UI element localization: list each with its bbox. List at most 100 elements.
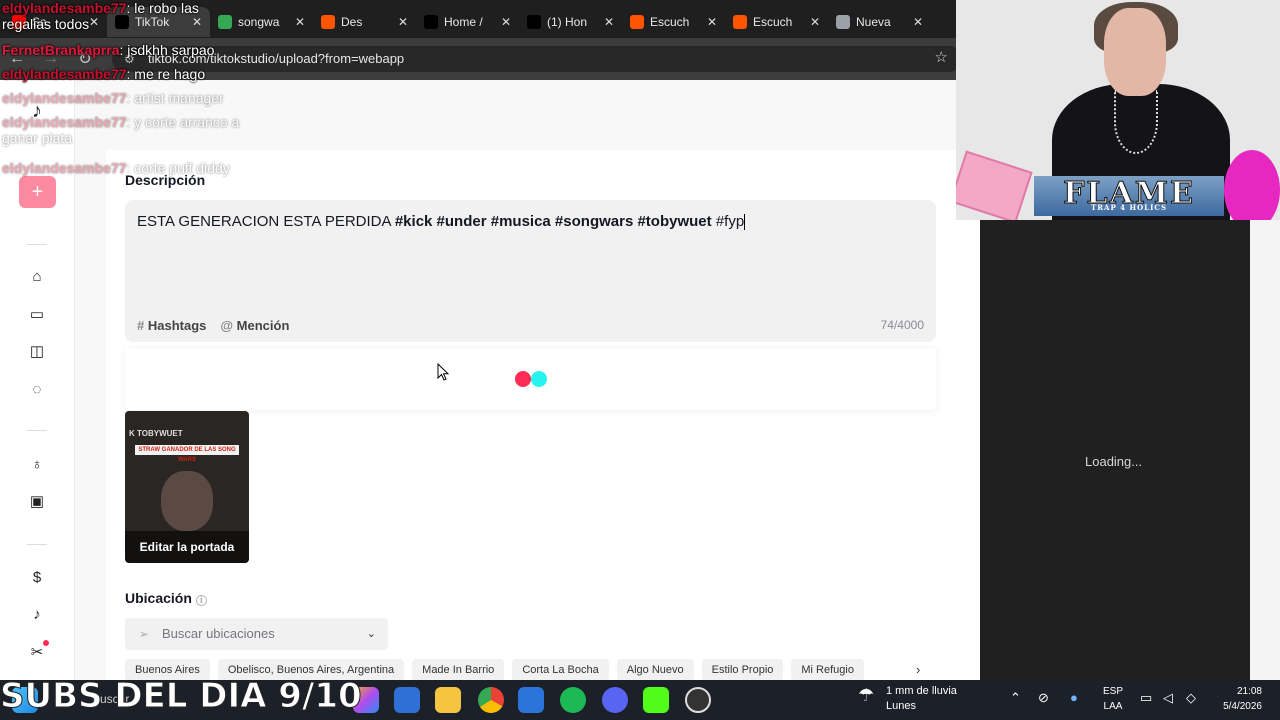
chat-message: eldylandesambe77: le robo las regalias t… (2, 0, 232, 32)
sidebar-divider (27, 430, 47, 431)
side-panel-margin (1250, 220, 1280, 680)
music-note-icon[interactable]: ♪ (28, 606, 46, 624)
x-icon (424, 15, 438, 29)
description-hashtags: #kick #under #musica #songwars #tobywuet (394, 213, 716, 230)
chat-message: FernetBrankaprra: jsdkhh sarpao (2, 42, 214, 58)
cover-thumbnail[interactable]: K TOBYWUET STRAW GANADOR DE LAS SONG WAR… (125, 411, 249, 563)
academy-icon[interactable]: ▣ (28, 493, 46, 511)
webcam-chain (1114, 90, 1158, 154)
upload-plus-button[interactable]: + (19, 176, 56, 208)
location-label-text: Ubicación (125, 590, 192, 606)
hashtags-button[interactable]: # Hashtags (137, 318, 206, 333)
tab-title: Home / (444, 15, 483, 29)
notification-dot (43, 640, 49, 646)
chat-text: artist manager (134, 90, 224, 106)
cover-banner: STRAW GANADOR DE LAS SONG WARS (135, 445, 239, 463)
description-last-tag: #fyp (715, 213, 745, 230)
location-select[interactable]: ➢ Buscar ubicaciones ⌄ (125, 618, 388, 650)
loader-dot-cyan (531, 371, 547, 387)
network-off-icon[interactable]: ⊘ (1038, 690, 1049, 706)
soundcloud-icon (630, 15, 644, 29)
chat-message: eldylandesambe77: me re hago (2, 66, 205, 82)
spotify-icon[interactable] (560, 687, 586, 713)
analytics-icon[interactable]: ◫ (28, 343, 46, 361)
close-tab-icon[interactable]: ✕ (501, 15, 511, 29)
cover-brand: K TOBYWUET (129, 429, 183, 438)
comments-icon[interactable]: ◌ (28, 381, 46, 399)
file-explorer-icon[interactable] (435, 687, 461, 713)
browser-tab[interactable]: Escuch ✕ (622, 7, 725, 37)
language-line1: ESP (1103, 686, 1124, 697)
outlook-icon[interactable] (394, 687, 420, 713)
chrome-icon[interactable] (478, 687, 504, 713)
hash-icon: # (137, 318, 148, 333)
inspiration-bulb-icon[interactable]: ♁ (28, 456, 46, 474)
chat-text: me re hago (134, 66, 206, 82)
discord-icon[interactable] (602, 687, 628, 713)
info-icon[interactable]: i (195, 595, 207, 606)
close-tab-icon[interactable]: ✕ (810, 15, 820, 29)
loading-text: Loading... (1085, 454, 1143, 469)
chevron-up-icon[interactable]: ⌃ (1010, 690, 1021, 706)
weather-line1: 1 mm de lluvia (886, 685, 957, 697)
hashtags-label: Hashtags (147, 318, 207, 333)
description-tools: # Hashtags @ Mención (137, 318, 289, 333)
description-plain-text: ESTA GENERACION ESTA PERDIDA (137, 213, 395, 230)
cover-face (161, 471, 213, 531)
microphone-icon[interactable]: ● (1070, 690, 1078, 705)
tab-title: Nueva (856, 15, 891, 29)
monetization-dollar-icon[interactable]: $ (28, 569, 46, 587)
obs-icon[interactable] (685, 687, 711, 713)
location-chip[interactable]: Mi Refugio (791, 659, 864, 681)
store-icon[interactable] (518, 687, 544, 713)
location-chip[interactable]: Algo Nuevo (616, 659, 694, 681)
x-icon (527, 15, 541, 29)
tab-title: (1) Hon (547, 15, 588, 29)
location-chip[interactable]: Made In Barrio (412, 659, 505, 681)
chevron-right-icon[interactable]: › (916, 662, 920, 677)
close-tab-icon[interactable]: ✕ (913, 15, 923, 29)
chevron-down-icon: ⌄ (366, 628, 376, 640)
browser-tab[interactable]: (1) Hon ✕ (519, 7, 622, 37)
tab-title: Des (341, 15, 363, 29)
text-caret (744, 214, 746, 231)
mention-button[interactable]: @ Mención (220, 318, 289, 333)
shield-icon[interactable]: ◇ (1186, 690, 1196, 706)
kick-icon[interactable] (643, 687, 669, 713)
close-tab-icon[interactable]: ✕ (295, 15, 305, 29)
edit-cover-button[interactable]: Editar la portada (125, 531, 249, 563)
address-bar[interactable]: ⚙ tiktok.com/tiktokstudio/upload?from=we… (112, 46, 962, 72)
display-icon[interactable]: ▭ (1140, 690, 1152, 706)
clock[interactable]: 21:08 5/4/2026 (1214, 684, 1262, 714)
subs-overlay-text: SUBS DEL DIA 9/10 (0, 676, 362, 717)
bookmark-star-icon[interactable]: ☆ (935, 48, 948, 66)
chat-username: eldylandesambe77 (2, 114, 127, 130)
close-tab-icon[interactable]: ✕ (707, 15, 717, 29)
tools-icon[interactable]: ✂ (28, 644, 46, 662)
loader-dot-red (515, 371, 531, 387)
chat-username: eldylandesambe77 (2, 160, 127, 176)
location-chip[interactable]: Estilo Propio (701, 659, 784, 681)
home-icon[interactable]: ⌂ (28, 268, 46, 286)
location-placeholder: Buscar ubicaciones (162, 626, 275, 641)
browser-tab[interactable]: Home / ✕ (416, 7, 519, 37)
posts-icon[interactable]: ▭ (28, 306, 46, 324)
browser-tab[interactable]: Nueva ✕ (828, 7, 931, 37)
chat-message: eldylandesambe77: y corte arranco a gana… (2, 114, 272, 146)
chat-text: jsdkhh sarpao (127, 42, 215, 58)
language-indicator[interactable]: ESP LAA (1103, 684, 1123, 714)
clock-time: 21:08 (1236, 686, 1262, 697)
description-input[interactable]: ESTA GENERACION ESTA PERDIDA #kick #unde… (125, 200, 936, 342)
close-tab-icon[interactable]: ✕ (398, 15, 408, 29)
location-chip[interactable]: Corta La Bocha (512, 659, 609, 681)
tab-title: Escuch (753, 15, 793, 29)
browser-tab[interactable]: Escuch ✕ (725, 7, 828, 37)
close-tab-icon[interactable]: ✕ (604, 15, 614, 29)
tab-title: songwa (238, 15, 280, 29)
upload-loading-card (125, 348, 936, 410)
volume-icon[interactable]: ◁ (1163, 690, 1173, 706)
screen: Sa ✕ TikTok ✕ songwa ✕ Des ✕ Home / ✕ (1) Hon ✕ Escu… (0, 0, 1280, 720)
browser-tab[interactable]: Des ✕ (313, 7, 416, 37)
sidebar-divider (27, 244, 47, 245)
mouse-cursor-icon (437, 363, 450, 381)
